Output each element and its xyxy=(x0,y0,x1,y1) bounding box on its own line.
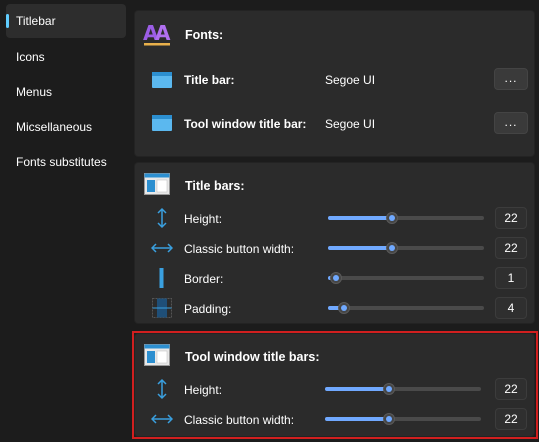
sidebar-item-label: Menus xyxy=(16,85,53,99)
svg-text:A: A xyxy=(155,21,171,45)
slider-track xyxy=(328,276,484,280)
tool-window-button-width-slider[interactable] xyxy=(325,413,481,425)
window-icon xyxy=(152,72,172,88)
tool-window-height-label: Height: xyxy=(184,383,223,397)
slider-thumb[interactable] xyxy=(386,212,398,224)
slider-thumb[interactable] xyxy=(330,272,342,284)
horizontal-arrows-icon xyxy=(151,243,173,253)
sidebar-item-miscellaneous[interactable]: Micsellaneous xyxy=(6,110,126,144)
horizontal-arrows-icon xyxy=(151,414,173,424)
title-bars-title: Title bars: xyxy=(185,179,245,193)
tool-window-title-bar-font-label: Tool window title bar: xyxy=(184,117,307,131)
title-bar-border-slider[interactable] xyxy=(328,272,484,284)
slider-thumb[interactable] xyxy=(386,242,398,254)
titlebar-window-icon xyxy=(144,344,170,366)
tool-window-title-bars-title: Tool window title bars: xyxy=(185,350,320,364)
tool-window-button-width-label: Classic button width: xyxy=(184,413,295,427)
sidebar-item-titlebar[interactable]: Titlebar xyxy=(6,4,126,38)
fonts-title: Fonts: xyxy=(185,28,224,42)
slider-thumb[interactable] xyxy=(383,413,395,425)
sidebar-item-label: Titlebar xyxy=(16,14,56,28)
title-bar-height-slider[interactable] xyxy=(328,212,484,224)
tool-window-title-bar-font-value: Segoe UI xyxy=(325,117,376,131)
title-bar-button-width-value[interactable]: 22 xyxy=(495,237,527,259)
title-bar-font-label: Title bar: xyxy=(184,73,235,87)
sidebar-item-label: Micsellaneous xyxy=(16,120,93,134)
title-bar-padding-value[interactable]: 4 xyxy=(495,297,527,319)
title-bar-button-width-slider[interactable] xyxy=(328,242,484,254)
vertical-arrows-icon xyxy=(157,378,167,400)
title-bar-button-width-label: Classic button width: xyxy=(184,242,295,256)
slider-fill xyxy=(328,246,392,250)
fonts-card: A A Fonts: Title bar: Segoe UI ... Tool … xyxy=(134,10,535,157)
sidebar-item-fonts-substitutes[interactable]: Fonts substitutes xyxy=(6,145,126,179)
tool-window-title-bars-card: Tool window title bars: Height: 22 Class… xyxy=(134,333,535,437)
fonts-icon: A A xyxy=(143,21,171,46)
slider-fill xyxy=(325,417,389,421)
tool-window-height-slider[interactable] xyxy=(325,383,481,395)
slider-track xyxy=(328,306,484,310)
title-bar-padding-label: Padding: xyxy=(184,302,232,316)
tool-window-button-width-value[interactable]: 22 xyxy=(495,408,527,430)
slider-fill xyxy=(328,216,392,220)
title-bar-padding-slider[interactable] xyxy=(328,302,484,314)
title-bar-border-value[interactable]: 1 xyxy=(495,267,527,289)
padding-icon xyxy=(152,298,172,318)
title-bar-height-value[interactable]: 22 xyxy=(495,207,527,229)
window-icon xyxy=(152,115,172,131)
titlebar-window-icon xyxy=(144,173,170,195)
tool-window-title-bar-font-button[interactable]: ... xyxy=(494,112,528,134)
sidebar: Titlebar Icons Menus Micsellaneous Fonts… xyxy=(0,0,132,442)
slider-fill xyxy=(325,387,389,391)
border-icon xyxy=(159,268,164,288)
sidebar-item-icons[interactable]: Icons xyxy=(6,40,126,74)
title-bar-font-value: Segoe UI xyxy=(325,73,376,87)
sidebar-item-label: Fonts substitutes xyxy=(16,155,107,169)
slider-thumb[interactable] xyxy=(338,302,350,314)
sidebar-item-label: Icons xyxy=(16,50,45,64)
tool-window-height-value[interactable]: 22 xyxy=(495,378,527,400)
title-bar-height-label: Height: xyxy=(184,212,223,226)
title-bar-font-button[interactable]: ... xyxy=(494,68,528,90)
title-bars-card: Title bars: Height: 22 Classic button wi… xyxy=(134,162,535,324)
slider-thumb[interactable] xyxy=(383,383,395,395)
title-bar-border-label: Border: xyxy=(184,272,224,286)
vertical-arrows-icon xyxy=(157,207,167,229)
sidebar-item-menus[interactable]: Menus xyxy=(6,75,126,109)
